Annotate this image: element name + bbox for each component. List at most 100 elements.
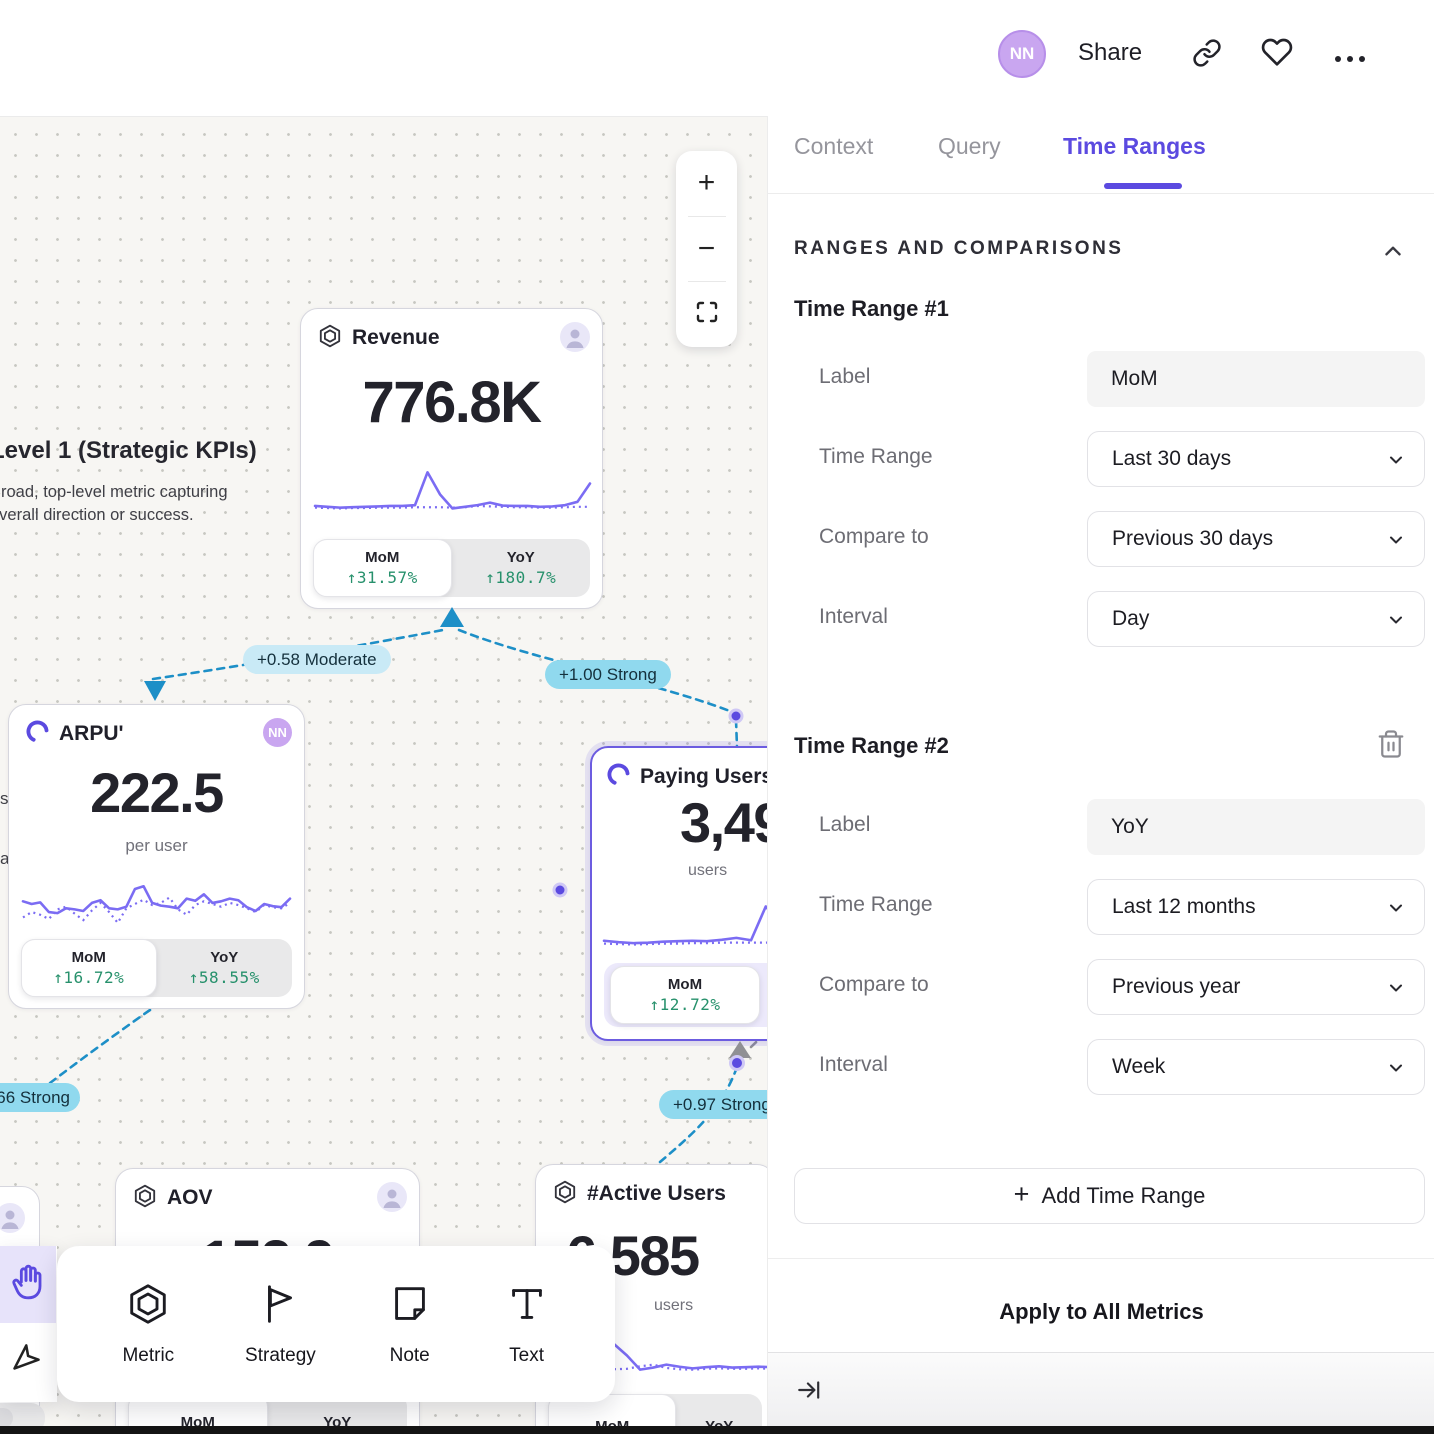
zoom-out-button[interactable]: − [676,217,737,282]
badge-mom[interactable]: MoM ↑31.57% [313,539,452,597]
badge-mom[interactable]: MoM ↑16.72% [21,939,157,997]
more-options-button[interactable] [1333,42,1367,76]
copy-link-button[interactable] [1190,38,1224,72]
toolbar-strategy-button[interactable]: Strategy [245,1281,316,1367]
field-label: Time Range [819,893,933,917]
chevron-down-icon [1386,1058,1406,1078]
metric-value: 3,49 [680,790,767,855]
tab-time-ranges[interactable]: Time Ranges [1063,133,1206,160]
hand-tool-button[interactable] [0,1246,56,1323]
badge-yoy[interactable]: YoY ↑180.7% [452,539,591,597]
chevron-down-icon [1386,898,1406,918]
label-input[interactable] [1087,351,1425,407]
chevron-down-icon [1386,450,1406,470]
hand-icon [8,1262,48,1307]
metric-unit: users [654,1297,693,1315]
correlation-label[interactable]: +1.00 Strong [545,660,671,689]
card-title: ARPU' [59,722,124,746]
compare-to-select[interactable]: Previous year [1087,959,1425,1015]
time-range-select[interactable]: Last 30 days [1087,431,1425,487]
sparkline [604,898,767,953]
top-bar: NN Share [0,0,1434,116]
metric-card-arpu[interactable]: ARPU' NN 222.5 per user MoM ↑16.72% YoY … [8,704,305,1009]
tab-query[interactable]: Query [938,133,1001,160]
sparkline [315,467,590,515]
collapse-panel-button[interactable] [796,1377,822,1403]
share-button[interactable]: Share [1078,39,1142,67]
field-label: Label [819,365,870,389]
delete-time-range-button[interactable] [1376,728,1406,760]
chevron-down-icon [1386,610,1406,630]
link-icon [1192,38,1222,73]
fit-view-button[interactable] [676,282,737,347]
favorite-button[interactable] [1260,37,1294,71]
bottom-edge-bar [0,1426,1434,1434]
form-row-label-2: Label [768,799,1434,855]
field-label: Time Range [819,445,933,469]
metric-unit: per user [9,836,304,856]
divider [768,193,1434,194]
text-icon [504,1281,550,1333]
metric-value: 776.8K [301,369,602,436]
interval-select[interactable]: Day [1087,591,1425,647]
metric-hexagon-icon [132,1183,158,1214]
divider [768,1258,1434,1259]
card-title: Paying Users' [640,765,767,789]
field-label: Interval [819,1053,888,1077]
card-title: Revenue [352,326,440,350]
chevron-down-icon [1386,978,1406,998]
flag-icon [257,1281,303,1333]
select-tool-button[interactable] [0,1323,56,1400]
label-input[interactable] [1087,799,1425,855]
metric-card-revenue[interactable]: Revenue 776.8K MoM ↑31.57% YoY ↑180.7% [300,308,603,609]
compare-to-select[interactable]: Previous 30 days [1087,511,1425,567]
field-label: Label [819,813,870,837]
correlation-label[interactable]: 66 Strong [0,1083,80,1112]
owner-avatar [0,1203,25,1233]
badge-yoy[interactable]: YoY [676,1394,762,1426]
level-annotation[interactable]: Level 1 (Strategic KPIs) Broad, top-leve… [0,437,260,528]
level-description: Broad, top-level metric capturing overal… [0,481,260,528]
interval-select[interactable]: Week [1087,1039,1425,1095]
form-row-interval-1: Interval Day [768,591,1434,647]
field-label: Compare to [819,525,929,549]
owner-avatar [560,322,590,352]
user-avatar[interactable]: NN [998,30,1046,78]
owner-avatar [377,1182,407,1212]
toolbar-note-button[interactable]: Note [387,1281,433,1367]
panel-footer [768,1352,1434,1426]
card-title: AOV [167,1186,213,1210]
correlation-label[interactable]: +0.58 Moderate [243,645,391,674]
badge-yoy[interactable]: YoY ↑58.55% [157,939,293,997]
field-label: Compare to [819,973,929,997]
tab-context[interactable]: Context [794,133,873,160]
level-title: Level 1 (Strategic KPIs) [0,437,260,465]
correlation-label[interactable]: +0.97 Strong [659,1090,767,1119]
metric-unit: users [688,862,727,880]
comparison-toggle: MoM ↑31.57% YoY ↑180.7% [313,539,590,597]
metric-hexagon-icon [317,323,343,354]
metric-hexagon-icon [552,1179,578,1210]
heart-icon [1261,36,1293,73]
metric-card-paying-users[interactable]: Paying Users' 3,49 users MoM ↑12.72% [590,746,767,1041]
add-time-range-button[interactable]: + Add Time Range [794,1168,1425,1224]
apply-all-metrics-button[interactable]: Apply to All Metrics [768,1299,1434,1325]
ellipsis-icon [1335,56,1365,62]
metric-tree-canvas[interactable]: s a Level 1 (Strategic KPIs) Broad, top-… [0,116,767,1426]
collapse-section-button[interactable] [1380,238,1406,264]
loading-spinner-icon [25,719,50,749]
time-range-1-title: Time Range #1 [794,296,949,322]
badge-mom[interactable]: MoM ↑12.72% [610,966,760,1024]
field-label: Interval [819,605,888,629]
form-row-compareto-1: Compare to Previous 30 days [768,511,1434,567]
settings-panel: Context Query Time Ranges RANGES AND COM… [767,116,1434,1434]
loading-spinner-icon [606,762,631,792]
toolbar-text-button[interactable]: Text [504,1281,550,1367]
zoom-in-button[interactable]: + [676,151,737,216]
arrow-to-bar-icon [796,1390,822,1407]
time-range-select[interactable]: Last 12 months [1087,879,1425,935]
form-row-timerange-2: Time Range Last 12 months [768,879,1434,935]
trash-icon [1376,747,1406,764]
fullscreen-icon [695,298,719,332]
toolbar-metric-button[interactable]: Metric [122,1281,174,1367]
